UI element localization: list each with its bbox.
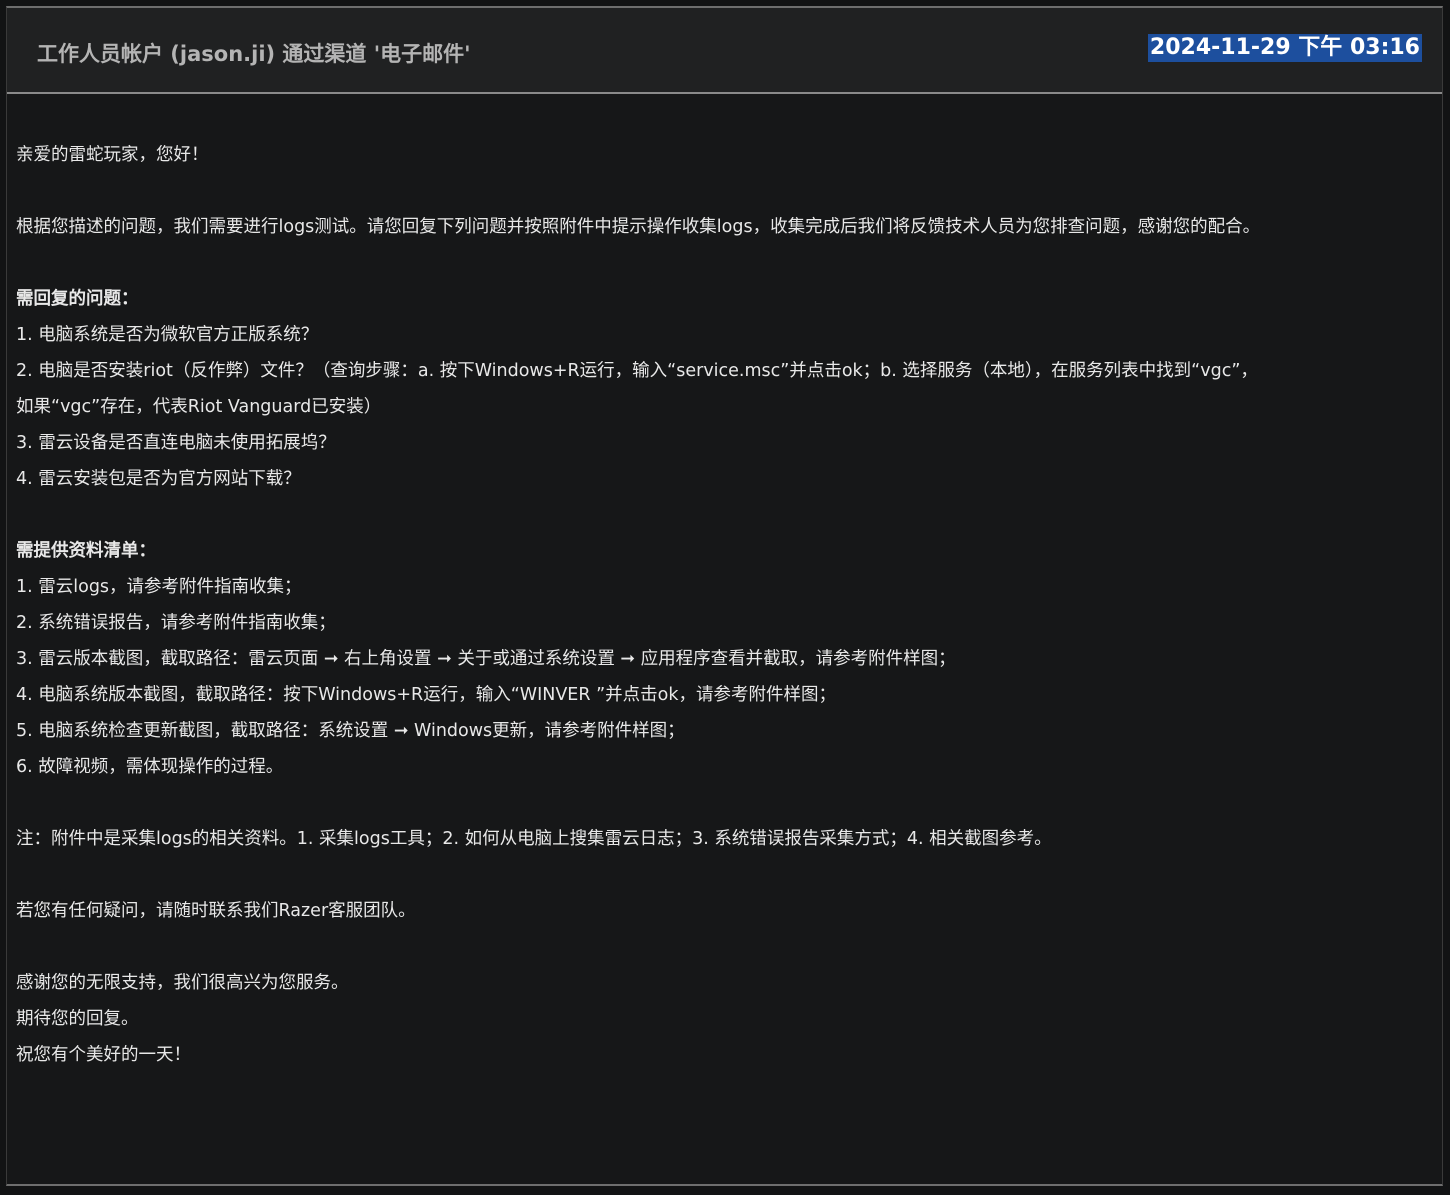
greeting: 亲爱的雷蛇玩家，您好！	[16, 145, 209, 165]
sender-label: 工作人员帐户 (jason.ji) 通过渠道 '电子邮件'	[37, 42, 471, 66]
message-body: 亲爱的雷蛇玩家，您好！ 根据您描述的问题，我们需要进行logs测试。请您回复下列…	[16, 137, 1416, 1073]
material-item: 3. 雷云版本截图，截取路径：雷云页面 ➞ 右上角设置 ➞ 关于或通过系统设置 …	[16, 649, 956, 669]
material-item: 4. 电脑系统版本截图，截取路径：按下Windows+R运行，输入“WINVER…	[16, 685, 836, 705]
question-item-continued: 如果“vgc”存在，代表Riot Vanguard已安装）	[16, 397, 382, 417]
material-item: 2. 系统错误报告，请参考附件指南收集；	[16, 613, 336, 633]
question-item: 2. 电脑是否安装riot（反作弊）文件？（查询步骤：a. 按下Windows+…	[16, 361, 1258, 381]
closing-line: 感谢您的无限支持，我们很高兴为您服务。	[16, 973, 349, 993]
closing-line: 期待您的回复。	[16, 1009, 139, 1029]
material-item: 5. 电脑系统检查更新截图，截取路径：系统设置 ➞ Windows更新，请参考附…	[16, 721, 685, 741]
question-item: 1. 电脑系统是否为微软官方正版系统？	[16, 325, 319, 345]
closing-line: 祝您有个美好的一天！	[16, 1045, 191, 1065]
intro-paragraph: 根据您描述的问题，我们需要进行logs测试。请您回复下列问题并按照附件中提示操作…	[16, 217, 1261, 237]
message-header: 工作人员帐户 (jason.ji) 通过渠道 '电子邮件' 2024-11-29…	[7, 8, 1442, 94]
materials-heading: 需提供资料清单：	[16, 541, 156, 561]
material-item: 6. 故障视频，需体现操作的过程。	[16, 757, 284, 777]
question-item: 4. 雷云安装包是否为官方网站下载？	[16, 469, 301, 489]
material-item: 1. 雷云logs，请参考附件指南收集；	[16, 577, 302, 597]
questions-heading: 需回复的问题：	[16, 289, 139, 309]
contact-line: 若您有任何疑问，请随时联系我们Razer客服团队。	[16, 901, 416, 921]
timestamp[interactable]: 2024-11-29 下午 03:16	[1147, 34, 1422, 62]
question-item: 3. 雷云设备是否直连电脑未使用拓展坞？	[16, 433, 336, 453]
attachment-note: 注：附件中是采集logs的相关资料。1. 采集logs工具；2. 如何从电脑上搜…	[16, 829, 1052, 849]
